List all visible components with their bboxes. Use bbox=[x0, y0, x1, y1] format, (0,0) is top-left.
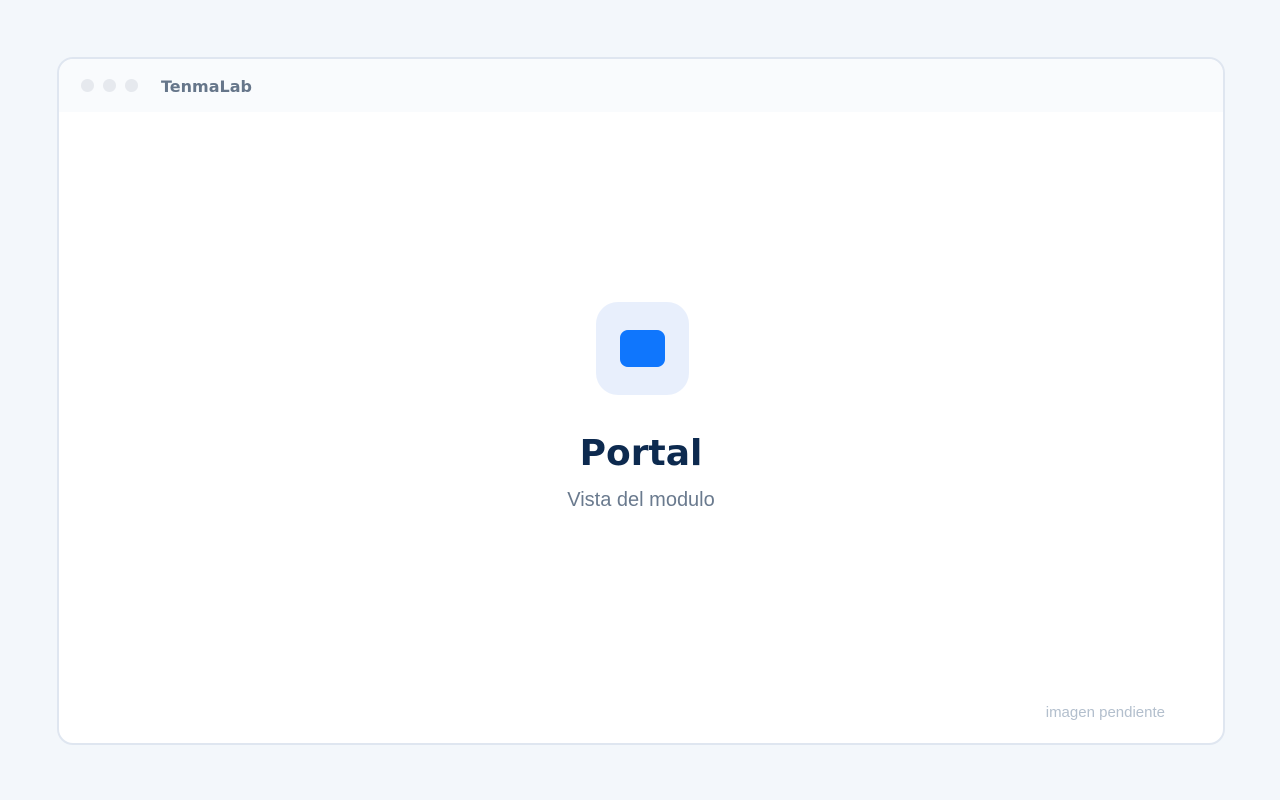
app-window: TenmaLab Portal Vista del modulo imagen … bbox=[57, 57, 1225, 745]
module-icon-tile bbox=[596, 302, 689, 395]
image-pending-note: imagen pendiente bbox=[1045, 704, 1165, 721]
app-title: TenmaLab bbox=[161, 77, 252, 96]
title-bar: TenmaLab bbox=[59, 59, 1223, 112]
page-subtitle: Vista del modulo bbox=[567, 489, 715, 511]
window-close-dot[interactable] bbox=[81, 79, 94, 92]
window-maximize-dot[interactable] bbox=[125, 79, 138, 92]
window-minimize-dot[interactable] bbox=[103, 79, 116, 92]
page-title: Portal bbox=[579, 433, 703, 474]
main-content: Portal Vista del modulo imagen pendiente bbox=[59, 112, 1223, 743]
app-module-icon bbox=[620, 330, 665, 367]
